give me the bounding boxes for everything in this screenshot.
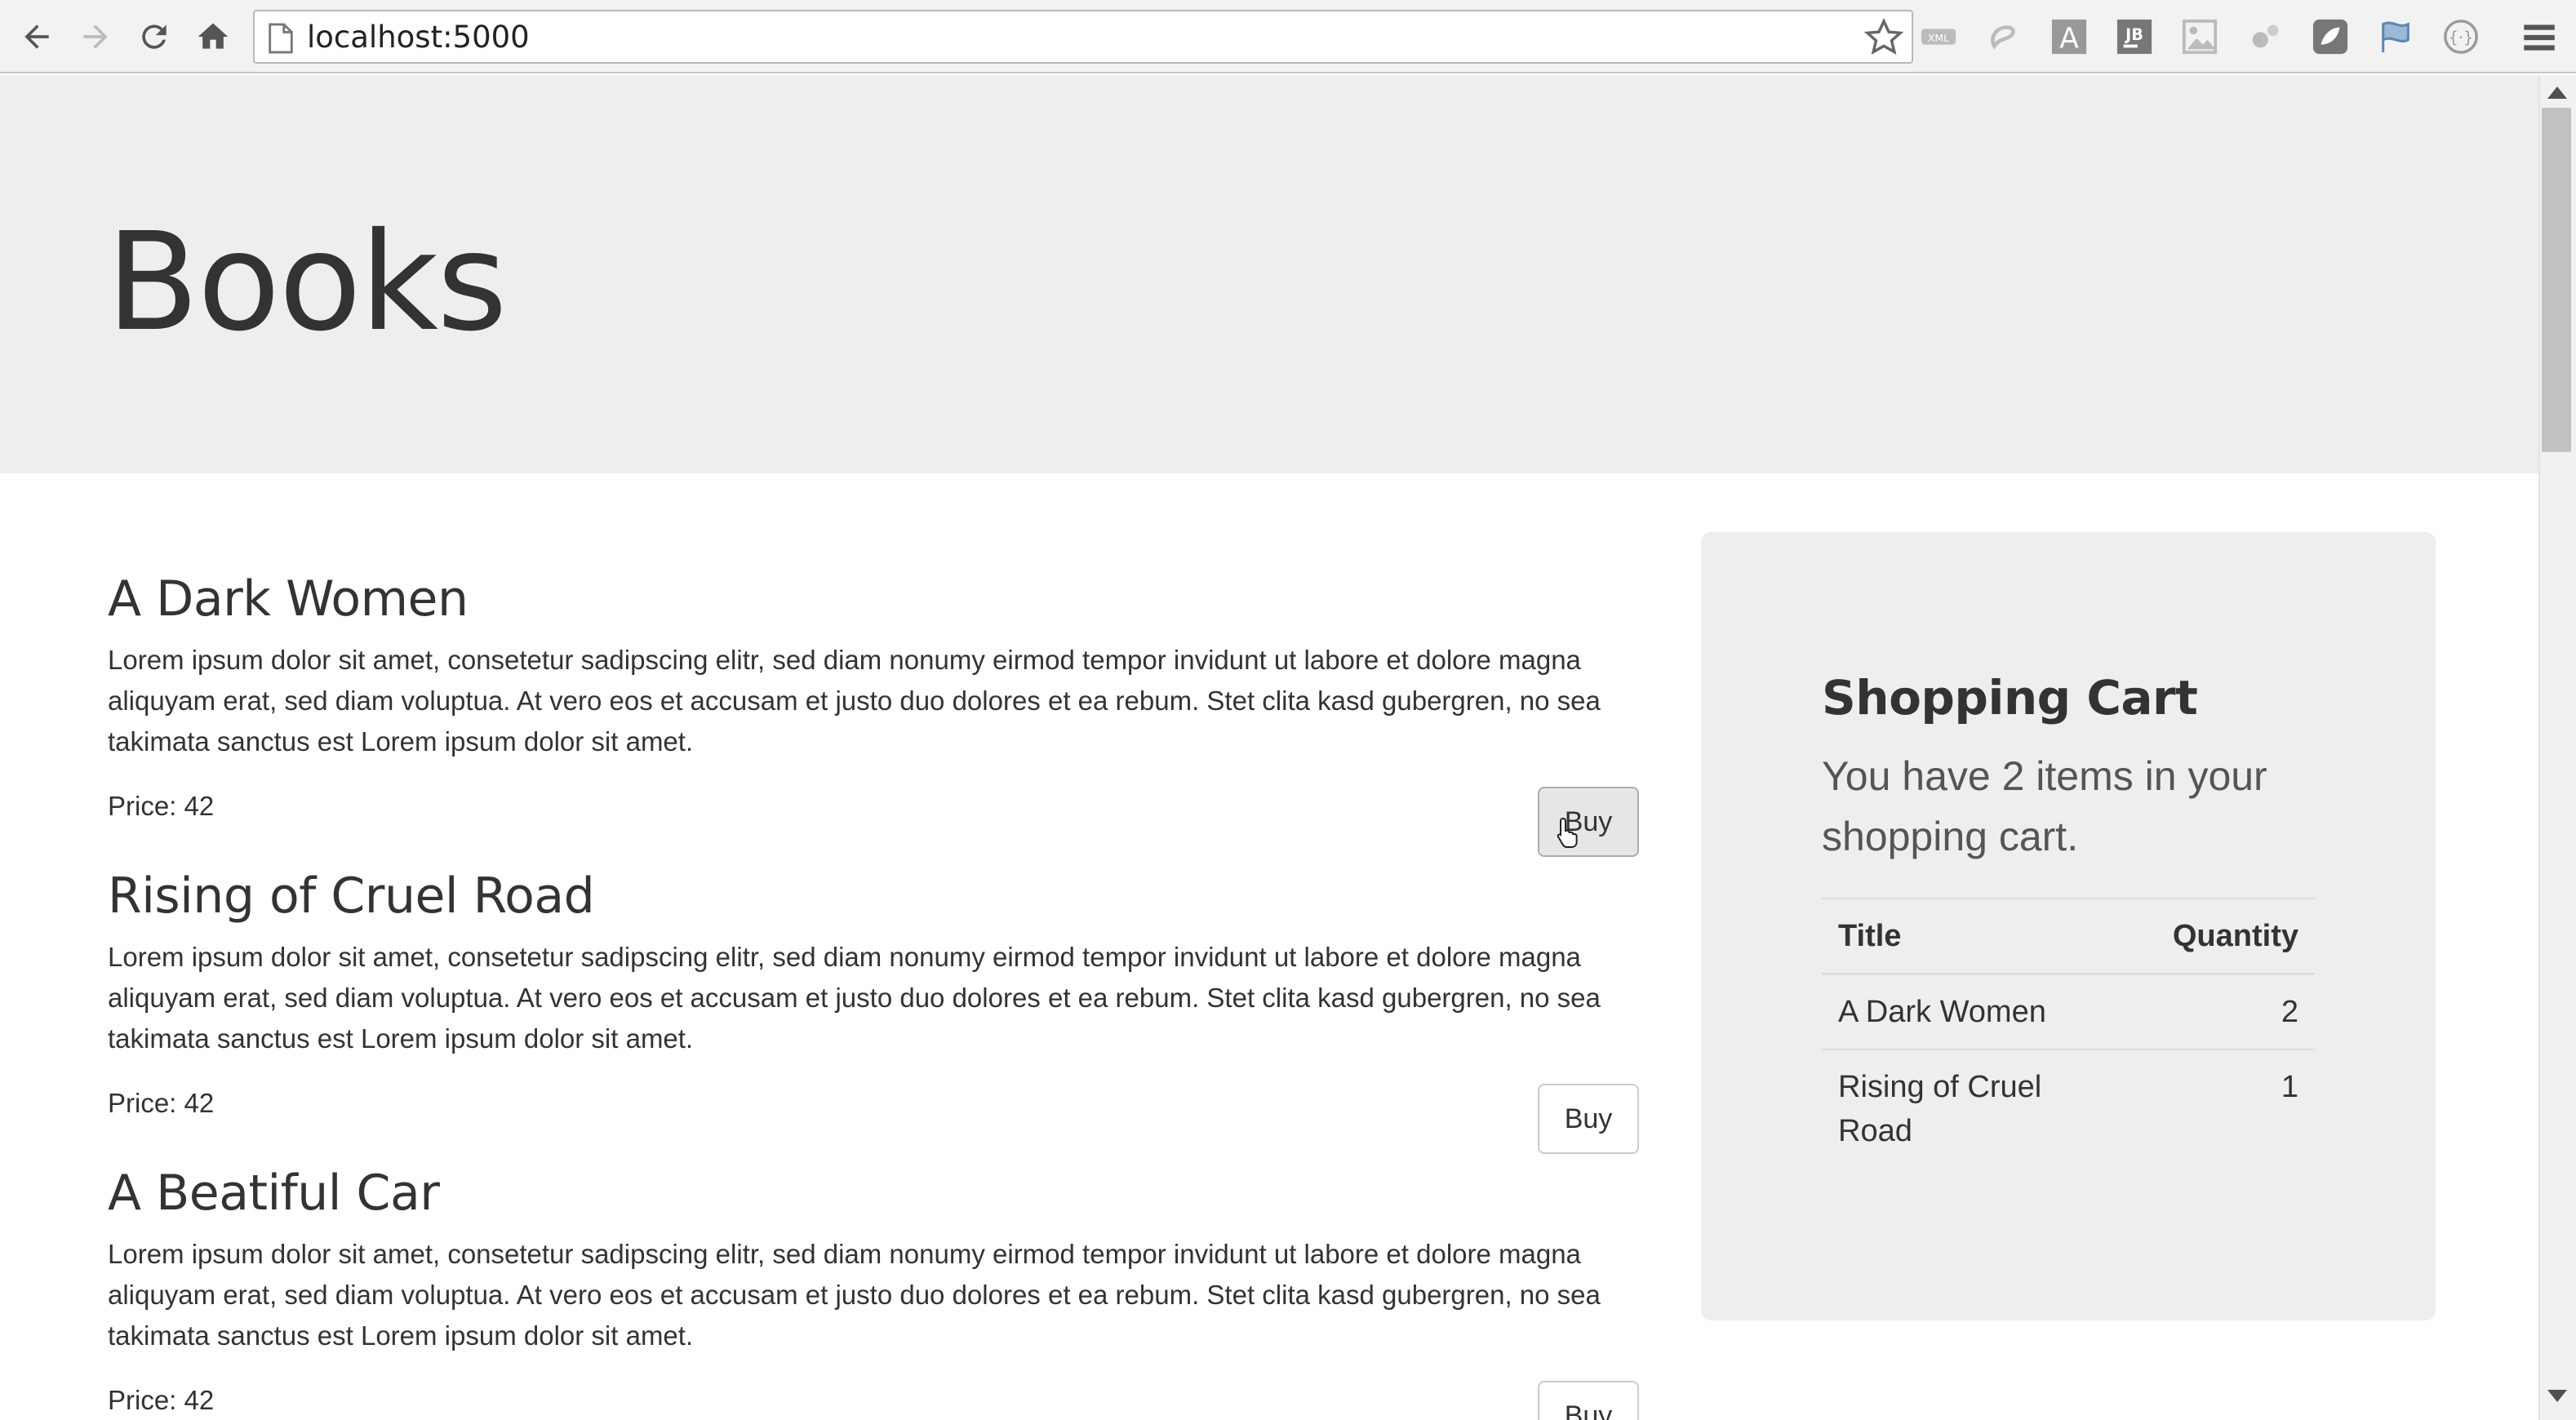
svg-text:XML: XML bbox=[1928, 32, 1949, 44]
home-icon bbox=[198, 23, 229, 49]
flag-icon[interactable] bbox=[2375, 16, 2416, 57]
cart-title: Shopping Cart bbox=[1822, 670, 2198, 726]
arrow-left-icon bbox=[24, 24, 49, 49]
shield-icon[interactable] bbox=[2310, 16, 2351, 57]
hamburger-icon[interactable] bbox=[2519, 16, 2560, 57]
buy-button[interactable]: Buy bbox=[1538, 1084, 1639, 1154]
book-title: Rising of Cruel Road bbox=[108, 868, 595, 925]
book-description: Lorem ipsum dolor sit amet, consetetur s… bbox=[108, 1239, 1601, 1351]
book-description: Lorem ipsum dolor sit amet, consetetur s… bbox=[108, 942, 1601, 1054]
page-icon bbox=[269, 23, 293, 54]
scroll-down-icon[interactable] bbox=[2545, 1387, 2569, 1407]
book-price: Price: 42 bbox=[108, 1385, 215, 1415]
font-a-icon[interactable]: A bbox=[2049, 16, 2090, 57]
arrow-right-icon bbox=[83, 24, 108, 49]
book-price: Price: 42 bbox=[108, 791, 215, 821]
scrollbar-thumb[interactable] bbox=[2542, 108, 2571, 452]
jb-icon[interactable]: JB bbox=[2114, 16, 2155, 57]
back-button[interactable] bbox=[15, 15, 59, 59]
reload-icon bbox=[142, 24, 167, 49]
book-price: Price: 42 bbox=[108, 1088, 215, 1118]
home-button[interactable] bbox=[191, 15, 235, 59]
swirl-icon[interactable] bbox=[1983, 16, 2024, 57]
table-row: Rising of Cruel Road 1 bbox=[1822, 1049, 2315, 1168]
code-braces-icon[interactable]: {·} bbox=[2441, 16, 2481, 57]
reload-button[interactable] bbox=[132, 15, 176, 59]
cart-table: Title Quantity A Dark Women 2 Rising of … bbox=[1822, 898, 2315, 1168]
address-bar[interactable]: localhost:5000 bbox=[253, 10, 1913, 64]
column-header-title: Title bbox=[1822, 898, 2132, 975]
cart-item-quantity: 2 bbox=[2132, 973, 2315, 1049]
scroll-up-icon[interactable] bbox=[2545, 82, 2569, 101]
image-icon[interactable] bbox=[2179, 16, 2220, 57]
url-text[interactable]: localhost:5000 bbox=[307, 20, 530, 55]
column-header-quantity: Quantity bbox=[2132, 898, 2315, 975]
svg-text:A: A bbox=[2059, 22, 2079, 55]
svg-text:JB: JB bbox=[2124, 25, 2143, 44]
gear-icon[interactable] bbox=[2245, 16, 2285, 57]
page-header: Books bbox=[0, 75, 2538, 473]
book-title: A Beatiful Car bbox=[108, 1165, 440, 1222]
page-title: Books bbox=[106, 204, 508, 362]
book-item: A Dark Women Lorem ipsum dolor sit amet,… bbox=[108, 570, 1642, 857]
table-row: A Dark Women 2 bbox=[1822, 973, 2315, 1049]
table-header-row: Title Quantity bbox=[1822, 898, 2315, 975]
forward-button[interactable] bbox=[73, 15, 118, 59]
xml-icon[interactable]: XML bbox=[1918, 16, 1959, 57]
hand-cursor-icon bbox=[1557, 817, 1578, 848]
cart-item-quantity: 1 bbox=[2132, 1049, 2315, 1168]
shopping-cart-panel: Shopping Cart You have 2 items in your s… bbox=[1701, 532, 2436, 1320]
book-title: A Dark Women bbox=[108, 570, 469, 628]
svg-text:{·}: {·} bbox=[2449, 29, 2473, 47]
browser-toolbar: localhost:5000 XML A JB {·} bbox=[0, 0, 2576, 73]
buy-button[interactable]: Buy bbox=[1538, 1381, 1639, 1420]
star-icon[interactable] bbox=[1863, 16, 1905, 59]
book-item: A Beatiful Car Lorem ipsum dolor sit ame… bbox=[108, 1164, 1642, 1420]
cart-item-title: Rising of Cruel Road bbox=[1822, 1049, 2132, 1168]
cart-summary: You have 2 items in your shopping cart. bbox=[1822, 753, 2267, 859]
cart-item-title: A Dark Women bbox=[1822, 973, 2132, 1049]
book-item: Rising of Cruel Road Lorem ipsum dolor s… bbox=[108, 867, 1642, 1154]
buy-button[interactable]: Buy bbox=[1538, 787, 1639, 857]
book-description: Lorem ipsum dolor sit amet, consetetur s… bbox=[108, 645, 1601, 757]
